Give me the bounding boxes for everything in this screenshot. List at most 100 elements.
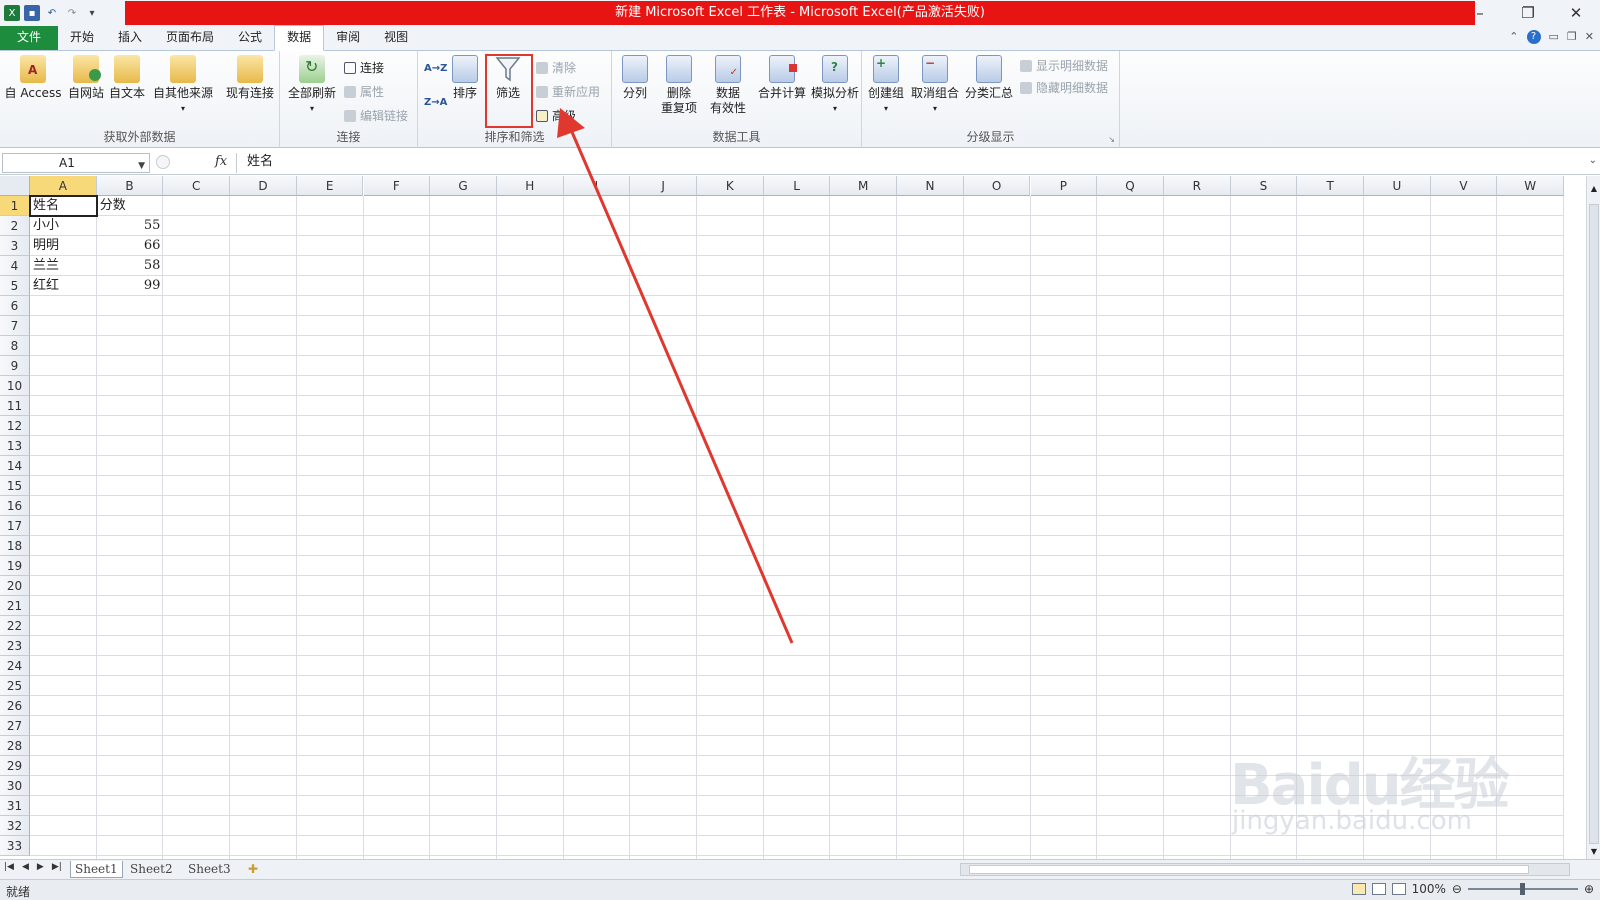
row-header-22[interactable]: 22 bbox=[0, 616, 30, 636]
column-header-b[interactable]: B bbox=[96, 176, 164, 196]
row-header-8[interactable]: 8 bbox=[0, 336, 30, 356]
select-all-corner[interactable] bbox=[0, 176, 30, 196]
zoom-slider[interactable] bbox=[1467, 883, 1578, 895]
row-header-21[interactable]: 21 bbox=[0, 596, 30, 616]
from-text-button[interactable]: 自文本 bbox=[106, 55, 148, 101]
tab-formulas[interactable]: 公式 bbox=[226, 26, 274, 50]
first-sheet-icon[interactable]: |◀ bbox=[4, 862, 14, 872]
connections-button[interactable]: 连接 bbox=[344, 59, 384, 76]
row-header-14[interactable]: 14 bbox=[0, 456, 30, 476]
text-to-columns-button[interactable]: 分列 bbox=[616, 55, 654, 101]
column-header-p[interactable]: P bbox=[1030, 176, 1098, 196]
row-header-16[interactable]: 16 bbox=[0, 496, 30, 516]
sort-button[interactable]: 排序 bbox=[448, 55, 482, 101]
row-header-3[interactable]: 3 bbox=[0, 236, 30, 256]
row-header-17[interactable]: 17 bbox=[0, 516, 30, 536]
tab-page-layout[interactable]: 页面布局 bbox=[154, 26, 226, 50]
row-header-32[interactable]: 32 bbox=[0, 816, 30, 836]
row-header-20[interactable]: 20 bbox=[0, 576, 30, 596]
horizontal-scroll-thumb[interactable] bbox=[969, 865, 1529, 874]
cell-a4[interactable]: 兰兰 bbox=[30, 256, 97, 276]
hide-detail-button[interactable]: 隐藏明细数据 bbox=[1020, 79, 1108, 96]
column-header-d[interactable]: D bbox=[230, 176, 297, 196]
sheet-tab-sheet1[interactable]: Sheet1 bbox=[70, 861, 123, 878]
excel-icon[interactable]: X bbox=[4, 5, 20, 21]
column-header-o[interactable]: O bbox=[963, 176, 1031, 196]
redo-icon[interactable]: ↷ bbox=[64, 5, 80, 21]
page-break-view-icon[interactable] bbox=[1391, 883, 1406, 895]
row-header-19[interactable]: 19 bbox=[0, 556, 30, 576]
name-box-dropdown-icon[interactable]: ▼ bbox=[138, 157, 145, 175]
row-header-25[interactable]: 25 bbox=[0, 676, 30, 696]
tab-data[interactable]: 数据 bbox=[274, 25, 325, 51]
next-sheet-icon[interactable]: ▶ bbox=[37, 862, 44, 872]
column-header-r[interactable]: R bbox=[1163, 176, 1231, 196]
normal-view-icon[interactable] bbox=[1351, 883, 1366, 895]
tab-review[interactable]: 审阅 bbox=[324, 26, 372, 50]
subtotal-button[interactable]: 分类汇总 bbox=[962, 55, 1016, 101]
doc-close-icon[interactable]: ✕ bbox=[1585, 30, 1594, 44]
column-header-t[interactable]: T bbox=[1297, 176, 1364, 196]
row-header-13[interactable]: 13 bbox=[0, 436, 30, 456]
row-header-11[interactable]: 11 bbox=[0, 396, 30, 416]
column-header-k[interactable]: K bbox=[697, 176, 764, 196]
zoom-in-icon[interactable]: ⊕ bbox=[1584, 882, 1594, 896]
clear-filter-button[interactable]: 清除 bbox=[536, 59, 576, 76]
help-icon[interactable]: ? bbox=[1526, 30, 1541, 44]
horizontal-scrollbar[interactable] bbox=[960, 863, 1570, 876]
column-header-l[interactable]: L bbox=[763, 176, 831, 196]
properties-button[interactable]: 属性 bbox=[344, 83, 384, 100]
row-header-29[interactable]: 29 bbox=[0, 756, 30, 776]
undo-icon[interactable]: ↶ bbox=[44, 5, 60, 21]
restore-button[interactable]: ❐ bbox=[1504, 0, 1552, 26]
from-web-button[interactable]: 自网站 bbox=[64, 55, 108, 101]
save-icon[interactable]: ▪ bbox=[24, 5, 40, 21]
minimize-button[interactable]: – bbox=[1456, 0, 1504, 26]
sort-ascending-button[interactable]: A→Z bbox=[424, 63, 447, 74]
reapply-button[interactable]: 重新应用 bbox=[536, 83, 600, 100]
tab-home[interactable]: 开始 bbox=[58, 26, 106, 50]
doc-restore-icon[interactable]: ❐ bbox=[1567, 30, 1577, 44]
row-header-15[interactable]: 15 bbox=[0, 476, 30, 496]
row-header-5[interactable]: 5 bbox=[0, 276, 30, 296]
refresh-all-button[interactable]: ↻ 全部刷新 ▾ bbox=[286, 55, 338, 116]
row-header-26[interactable]: 26 bbox=[0, 696, 30, 716]
tab-view[interactable]: 视图 bbox=[372, 26, 420, 50]
column-header-v[interactable]: V bbox=[1430, 176, 1498, 196]
row-header-18[interactable]: 18 bbox=[0, 536, 30, 556]
column-header-c[interactable]: C bbox=[163, 176, 231, 196]
ribbon-collapse-icon[interactable]: ⌃ bbox=[1509, 30, 1518, 44]
close-button[interactable]: ✕ bbox=[1552, 0, 1600, 26]
zoom-out-icon[interactable]: ⊖ bbox=[1452, 882, 1462, 896]
row-header-31[interactable]: 31 bbox=[0, 796, 30, 816]
row-header-27[interactable]: 27 bbox=[0, 716, 30, 736]
row-header-12[interactable]: 12 bbox=[0, 416, 30, 436]
column-header-j[interactable]: J bbox=[630, 176, 697, 196]
column-header-g[interactable]: G bbox=[430, 176, 497, 196]
formula-expand-icon[interactable]: ⌄ bbox=[1589, 155, 1597, 166]
row-header-33[interactable]: 33 bbox=[0, 836, 30, 856]
column-header-e[interactable]: E bbox=[296, 176, 364, 196]
cell-b5[interactable]: 99 bbox=[97, 276, 164, 296]
insert-function-icon[interactable]: fx bbox=[215, 154, 227, 169]
page-layout-view-icon[interactable] bbox=[1371, 883, 1386, 895]
row-header-2[interactable]: 2 bbox=[0, 216, 30, 236]
sheet-tab-sheet3[interactable]: Sheet3 bbox=[188, 861, 231, 878]
last-sheet-icon[interactable]: ▶| bbox=[52, 862, 62, 872]
row-header-24[interactable]: 24 bbox=[0, 656, 30, 676]
ungroup-button[interactable]: − 取消组合 ▾ bbox=[908, 55, 962, 116]
column-header-i[interactable]: I bbox=[563, 176, 631, 196]
remove-duplicates-button[interactable]: 删除 重复项 bbox=[654, 55, 704, 116]
edit-links-button[interactable]: 编辑链接 bbox=[344, 107, 408, 124]
dialog-launcher-icon[interactable]: ↘ bbox=[1108, 135, 1115, 144]
sheet-tab-sheet2[interactable]: Sheet2 bbox=[130, 861, 173, 878]
formula-expand-handle[interactable] bbox=[156, 155, 170, 169]
cell-a5[interactable]: 红红 bbox=[30, 276, 97, 296]
row-header-30[interactable]: 30 bbox=[0, 776, 30, 796]
formula-input[interactable]: 姓名 bbox=[236, 153, 1582, 173]
row-header-9[interactable]: 9 bbox=[0, 356, 30, 376]
consolidate-button[interactable]: 合并计算 bbox=[754, 55, 810, 101]
zoom-level[interactable]: 100% bbox=[1412, 882, 1446, 896]
data-validation-button[interactable]: ✓ 数据 有效性 bbox=[702, 55, 754, 116]
column-header-w[interactable]: W bbox=[1497, 176, 1565, 196]
